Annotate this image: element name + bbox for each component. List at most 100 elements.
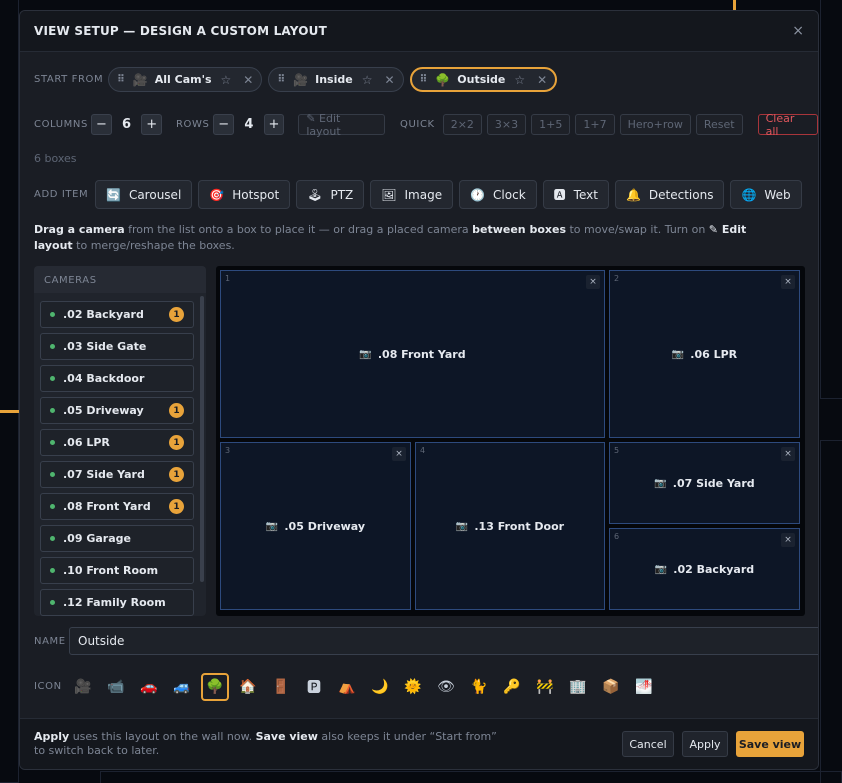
- add-web-button[interactable]: 🌐 Web: [730, 180, 802, 209]
- remove-box-icon[interactable]: ×: [781, 533, 795, 547]
- moon-icon[interactable]: 🌙: [366, 673, 394, 701]
- help-text: Drag a camera from the list onto a box t…: [34, 222, 754, 254]
- camera-name: .12 Family Room: [63, 596, 166, 609]
- background-accent: [733, 0, 736, 10]
- camera-name: .07 Side Yard: [63, 468, 145, 481]
- apply-button[interactable]: Apply: [682, 731, 728, 757]
- box-number: 3: [225, 446, 231, 455]
- usage-badge: 1: [169, 307, 184, 322]
- cat-icon[interactable]: 🐈: [465, 673, 493, 701]
- camera-item[interactable]: .06 LPR 1: [40, 429, 194, 456]
- star-icon[interactable]: ☆: [221, 73, 232, 87]
- add-hotspot-button[interactable]: 🎯 Hotspot: [198, 180, 291, 209]
- bridge-icon[interactable]: 🌁: [630, 673, 658, 701]
- rows-decrement-button[interactable]: −: [213, 114, 235, 135]
- remove-box-icon[interactable]: ×: [781, 447, 795, 461]
- box-number: 2: [614, 274, 620, 283]
- building-icon[interactable]: 🏢: [564, 673, 592, 701]
- camera-item[interactable]: .08 Front Yard 1: [40, 493, 194, 520]
- cancel-button[interactable]: Cancel: [622, 731, 674, 757]
- camera-item[interactable]: .03 Side Gate: [40, 333, 194, 360]
- sun-icon[interactable]: 🌞: [399, 673, 427, 701]
- start-from-row: START FROM ⠿ 🎥 All Cam's ☆ ✕ ⠿ 🎥 Inside …: [34, 67, 563, 92]
- add-detections-button[interactable]: 🔔 Detections: [614, 180, 725, 209]
- preset-all-cams[interactable]: ⠿ 🎥 All Cam's ☆ ✕: [108, 67, 263, 92]
- name-row: NAME Outside: [34, 627, 818, 655]
- camera-name: .09 Garage: [63, 532, 131, 545]
- box-number: 6: [614, 532, 620, 541]
- preset-inside[interactable]: ⠿ 🎥 Inside ☆ ✕: [268, 67, 404, 92]
- layout-box[interactable]: 2 × 📷 .06 LPR: [609, 270, 800, 438]
- quick-2x2-button[interactable]: 2×2: [442, 114, 482, 135]
- eye-icon[interactable]: 👁: [432, 673, 460, 701]
- tent-icon[interactable]: ⛺: [333, 673, 361, 701]
- add-carousel-button[interactable]: 🔄 Carousel: [95, 180, 193, 209]
- key-icon[interactable]: 🔑: [498, 673, 526, 701]
- house-icon[interactable]: 🏠: [234, 673, 262, 701]
- quick-3x3-button[interactable]: 3×3: [486, 114, 527, 135]
- quick-1plus7-button[interactable]: 1+7: [575, 114, 615, 135]
- layout-box[interactable]: 6 × 📷 .02 Backyard: [609, 528, 800, 610]
- remove-box-icon[interactable]: ×: [781, 275, 795, 289]
- quick-hero-row-button[interactable]: Hero+row: [619, 114, 691, 135]
- box-number: 5: [614, 446, 620, 455]
- drag-handle-icon[interactable]: ⠿: [420, 74, 428, 85]
- cameras-heading: CAMERAS: [34, 266, 206, 293]
- camera-item[interactable]: .05 Driveway 1: [40, 397, 194, 424]
- close-icon[interactable]: ×: [792, 23, 804, 39]
- camera-item[interactable]: .12 Family Room: [40, 589, 194, 616]
- view-name-input[interactable]: Outside: [69, 627, 818, 655]
- help-segment: from the list onto a box to place it — o…: [124, 223, 473, 236]
- door-icon[interactable]: 🚪: [267, 673, 295, 701]
- columns-increment-button[interactable]: +: [141, 114, 162, 135]
- camera-item[interactable]: .09 Garage: [40, 525, 194, 552]
- parking-icon[interactable]: 🅿: [300, 673, 328, 701]
- close-icon[interactable]: ✕: [384, 73, 394, 87]
- tree-icon[interactable]: 🌳: [201, 673, 229, 701]
- star-icon[interactable]: ☆: [514, 73, 525, 87]
- add-text-button[interactable]: 🅰 Text: [542, 180, 609, 209]
- add-item-row: ADD ITEM 🔄 Carousel 🎯 Hotspot 🕹 PTZ 🖼 Image …: [34, 180, 808, 209]
- camera-item[interactable]: .07 Side Yard 1: [40, 461, 194, 488]
- car-icon[interactable]: 🚗: [135, 673, 163, 701]
- add-image-button[interactable]: 🖼 Image: [370, 180, 454, 209]
- usage-badge: 1: [169, 499, 184, 514]
- layout-box[interactable]: 3 × 📷 .05 Driveway: [220, 442, 411, 610]
- drag-handle-icon[interactable]: ⠿: [117, 74, 125, 85]
- add-clock-button[interactable]: 🕐 Clock: [459, 180, 537, 209]
- star-icon[interactable]: ☆: [362, 73, 373, 87]
- columns-value: 6: [122, 117, 132, 132]
- quick-1plus5-button[interactable]: 1+5: [531, 114, 571, 135]
- columns-decrement-button[interactable]: −: [91, 114, 112, 135]
- preset-outside[interactable]: ⠿ 🌳 Outside ☆ ✕: [409, 67, 558, 92]
- clear-all-button[interactable]: Clear all: [757, 112, 818, 138]
- camera-name: .04 Backdoor: [63, 372, 145, 385]
- save-view-button[interactable]: Save view: [736, 731, 804, 757]
- camera-name: .10 Front Room: [63, 564, 159, 577]
- camera-item[interactable]: .02 Backyard 1: [40, 301, 194, 328]
- camera-list-scrollbar[interactable]: [200, 296, 204, 582]
- drag-handle-icon[interactable]: ⠿: [277, 74, 285, 85]
- edit-layout-button[interactable]: ✎ Edit layout: [298, 112, 386, 138]
- package-icon[interactable]: 📦: [597, 673, 625, 701]
- remove-box-icon[interactable]: ×: [392, 447, 406, 461]
- usage-badge: 1: [169, 467, 184, 482]
- barrier-icon[interactable]: 🚧: [531, 673, 559, 701]
- close-icon[interactable]: ✕: [243, 73, 253, 87]
- camera-item[interactable]: .04 Backdoor: [40, 365, 194, 392]
- video-camera-icon[interactable]: 🎥: [69, 673, 97, 701]
- camcorder-icon[interactable]: 📹: [102, 673, 130, 701]
- add-ptz-button[interactable]: 🕹 PTZ: [296, 180, 365, 209]
- rows-increment-button[interactable]: +: [263, 114, 285, 135]
- remove-box-icon[interactable]: ×: [586, 275, 600, 289]
- preset-label: Outside: [457, 73, 506, 86]
- close-icon[interactable]: ✕: [537, 73, 547, 87]
- suv-icon[interactable]: 🚙: [168, 673, 196, 701]
- reset-button[interactable]: Reset: [695, 114, 743, 135]
- camera-item[interactable]: .10 Front Room: [40, 557, 194, 584]
- layout-box[interactable]: 5 × 📷 .07 Side Yard: [609, 442, 800, 524]
- layout-box[interactable]: 1 × 📷 .08 Front Yard: [220, 270, 605, 438]
- box-camera-name: .05 Driveway: [284, 519, 366, 533]
- background-panel: [820, 0, 842, 399]
- layout-box[interactable]: 4 📷 .13 Front Door: [415, 442, 605, 610]
